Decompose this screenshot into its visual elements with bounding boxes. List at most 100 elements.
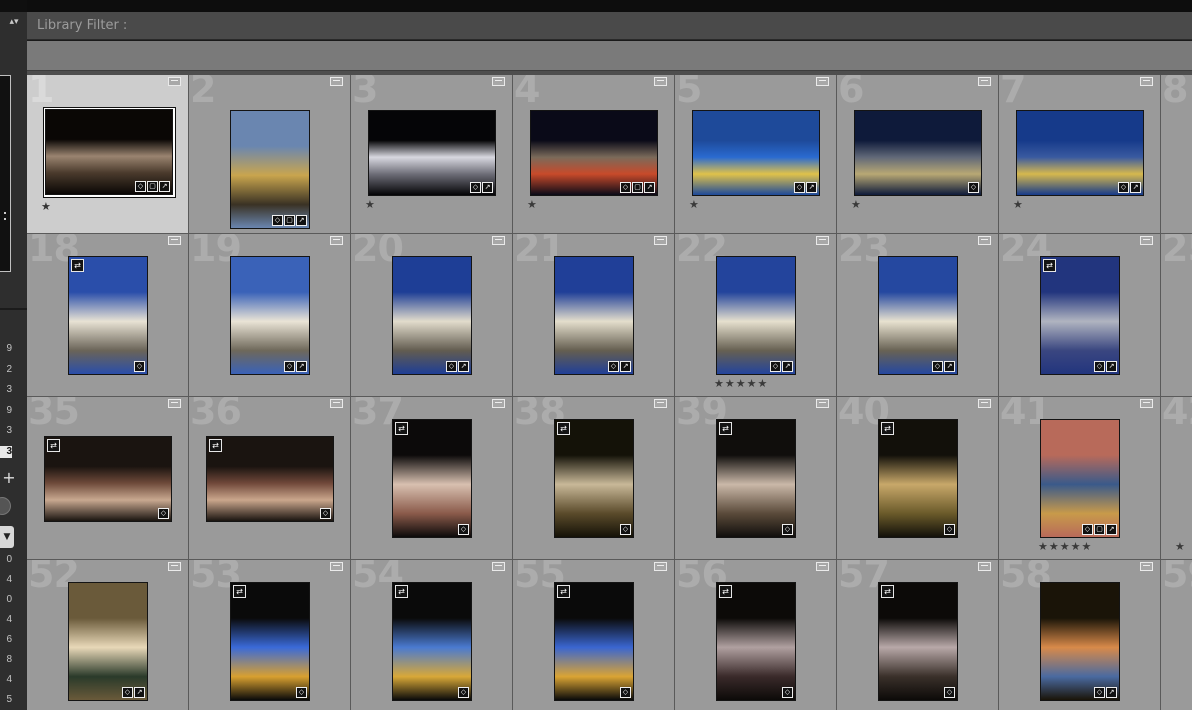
quick-collection-icon[interactable]	[492, 236, 505, 245]
quick-collection-icon[interactable]	[1140, 236, 1153, 245]
develop-adjusted-icon[interactable]	[620, 361, 631, 372]
photo-image[interactable]	[230, 110, 310, 229]
photo-thumbnail-cell[interactable]: 54 ⇄	[351, 560, 512, 710]
keyword-tag-icon[interactable]	[794, 182, 805, 193]
keyword-tag-icon[interactable]	[272, 215, 283, 226]
keyword-tag-icon[interactable]	[320, 508, 331, 519]
keyword-tag-icon[interactable]	[608, 361, 619, 372]
quick-collection-icon[interactable]	[816, 562, 829, 571]
collection-count[interactable]: 2	[0, 364, 12, 376]
keyword-tag-icon[interactable]	[620, 182, 631, 193]
keyword-tag-icon[interactable]	[458, 687, 469, 698]
develop-adjusted-icon[interactable]	[482, 182, 493, 193]
quick-collection-icon[interactable]	[492, 399, 505, 408]
photo-thumbnail-cell[interactable]: 37 ⇄	[351, 397, 512, 559]
star-rating[interactable]: ★★★★★	[228, 232, 282, 233]
develop-adjusted-icon[interactable]	[296, 215, 307, 226]
keyword-tag-icon[interactable]	[458, 524, 469, 535]
crop-icon[interactable]	[284, 215, 295, 226]
quick-collection-icon[interactable]	[978, 77, 991, 86]
panel-toggle-icon[interactable]	[0, 497, 11, 515]
photo-thumbnail-cell[interactable]: 21	[513, 234, 674, 396]
quick-collection-icon[interactable]	[168, 399, 181, 408]
photo-image[interactable]: ⇄	[44, 436, 172, 522]
star-rating[interactable]: ★	[851, 199, 862, 210]
collection-count[interactable]: 3	[0, 384, 12, 396]
photo-image[interactable]	[45, 109, 173, 195]
develop-adjusted-icon[interactable]	[806, 182, 817, 193]
photo-image[interactable]	[854, 110, 982, 196]
quick-collection-icon[interactable]	[1140, 562, 1153, 571]
photo-thumbnail-cell[interactable]: 52	[27, 560, 188, 710]
photo-thumbnail-cell[interactable]: 20	[351, 234, 512, 396]
photo-image[interactable]	[554, 256, 634, 375]
photo-image[interactable]	[230, 256, 310, 375]
photo-image[interactable]: ⇄	[716, 419, 796, 538]
photo-thumbnail-cell[interactable]: 41★★★★★	[999, 397, 1160, 559]
keyword-tag-icon[interactable]	[782, 687, 793, 698]
photo-thumbnail-cell[interactable]: 8★	[1161, 75, 1192, 233]
photo-thumbnail-cell[interactable]: 2 ★★★★★	[189, 75, 350, 233]
quick-collection-icon[interactable]	[330, 236, 343, 245]
collection-count[interactable]: 3	[0, 425, 12, 437]
star-rating[interactable]: ★★★★★	[714, 378, 768, 389]
photo-thumbnail-cell[interactable]: 39 ⇄	[675, 397, 836, 559]
photo-thumbnail-cell[interactable]: 4★	[513, 75, 674, 233]
photo-thumbnail-cell[interactable]: 38 ⇄	[513, 397, 674, 559]
photo-thumbnail-cell[interactable]: 18 ⇄	[27, 234, 188, 396]
thumbnail-grid[interactable]: 1★2★★★★★3★4★5★6★7★8★18⇄19202122★★★★★2324…	[27, 75, 1192, 710]
photo-thumbnail-cell[interactable]: 23	[837, 234, 998, 396]
quick-collection-icon[interactable]	[978, 562, 991, 571]
quick-collection-icon[interactable]	[816, 77, 829, 86]
add-collection-icon[interactable]: +	[1, 470, 17, 486]
keyword-tag-icon[interactable]	[1094, 687, 1105, 698]
photo-thumbnail-cell[interactable]: 3★	[351, 75, 512, 233]
keyword-tag-icon[interactable]	[770, 361, 781, 372]
quick-collection-icon[interactable]	[654, 77, 667, 86]
quick-collection-icon[interactable]	[1140, 399, 1153, 408]
navigator-preview[interactable]	[0, 75, 11, 272]
quick-collection-icon[interactable]	[978, 399, 991, 408]
photo-image[interactable]: ⇄	[392, 419, 472, 538]
keyword-tag-icon[interactable]	[296, 687, 307, 698]
photo-image[interactable]	[716, 256, 796, 375]
keyword-tag-icon[interactable]	[944, 687, 955, 698]
photo-thumbnail-cell[interactable]: 25	[1161, 234, 1192, 396]
keyword-tag-icon[interactable]	[1094, 361, 1105, 372]
collection-count[interactable]: 9	[0, 343, 12, 355]
photo-image[interactable]	[1016, 110, 1144, 196]
quick-collection-icon[interactable]	[654, 562, 667, 571]
photo-thumbnail-cell[interactable]: 19	[189, 234, 350, 396]
develop-adjusted-icon[interactable]	[1130, 182, 1141, 193]
keyword-tag-icon[interactable]	[446, 361, 457, 372]
keyword-tag-icon[interactable]	[1118, 182, 1129, 193]
photo-image[interactable]	[1040, 419, 1120, 538]
star-rating[interactable]: ★★★★★	[1038, 541, 1092, 552]
quick-collection-icon[interactable]	[816, 399, 829, 408]
keyword-tag-icon[interactable]	[944, 524, 955, 535]
develop-adjusted-icon[interactable]	[1106, 687, 1117, 698]
photo-thumbnail-cell[interactable]: 58	[999, 560, 1160, 710]
quick-collection-icon[interactable]	[168, 236, 181, 245]
photo-thumbnail-cell[interactable]: 57 ⇄	[837, 560, 998, 710]
keyword-tag-icon[interactable]	[122, 687, 133, 698]
star-rating[interactable]: ★	[41, 201, 52, 212]
star-rating[interactable]: ★	[689, 199, 700, 210]
develop-adjusted-icon[interactable]	[1106, 361, 1117, 372]
photo-image[interactable]	[878, 256, 958, 375]
panel-scroll-arrows-icon[interactable]: ▴▾	[8, 18, 20, 27]
star-rating[interactable]: ★	[365, 199, 376, 210]
photo-thumbnail-cell[interactable]: 6★	[837, 75, 998, 233]
photo-thumbnail-cell[interactable]: 53 ⇄	[189, 560, 350, 710]
photo-image[interactable]: ⇄	[1040, 256, 1120, 375]
photo-thumbnail-cell[interactable]: 42 ★	[1161, 397, 1192, 559]
star-rating[interactable]: ★	[1175, 232, 1186, 233]
star-rating[interactable]: ★	[1013, 199, 1024, 210]
keyword-tag-icon[interactable]	[134, 361, 145, 372]
photo-image[interactable]	[1040, 582, 1120, 701]
crop-icon[interactable]	[1094, 524, 1105, 535]
photo-image[interactable]	[368, 110, 496, 196]
keyword-tag-icon[interactable]	[284, 361, 295, 372]
quick-collection-icon[interactable]	[330, 77, 343, 86]
photo-image[interactable]: ⇄	[554, 582, 634, 701]
